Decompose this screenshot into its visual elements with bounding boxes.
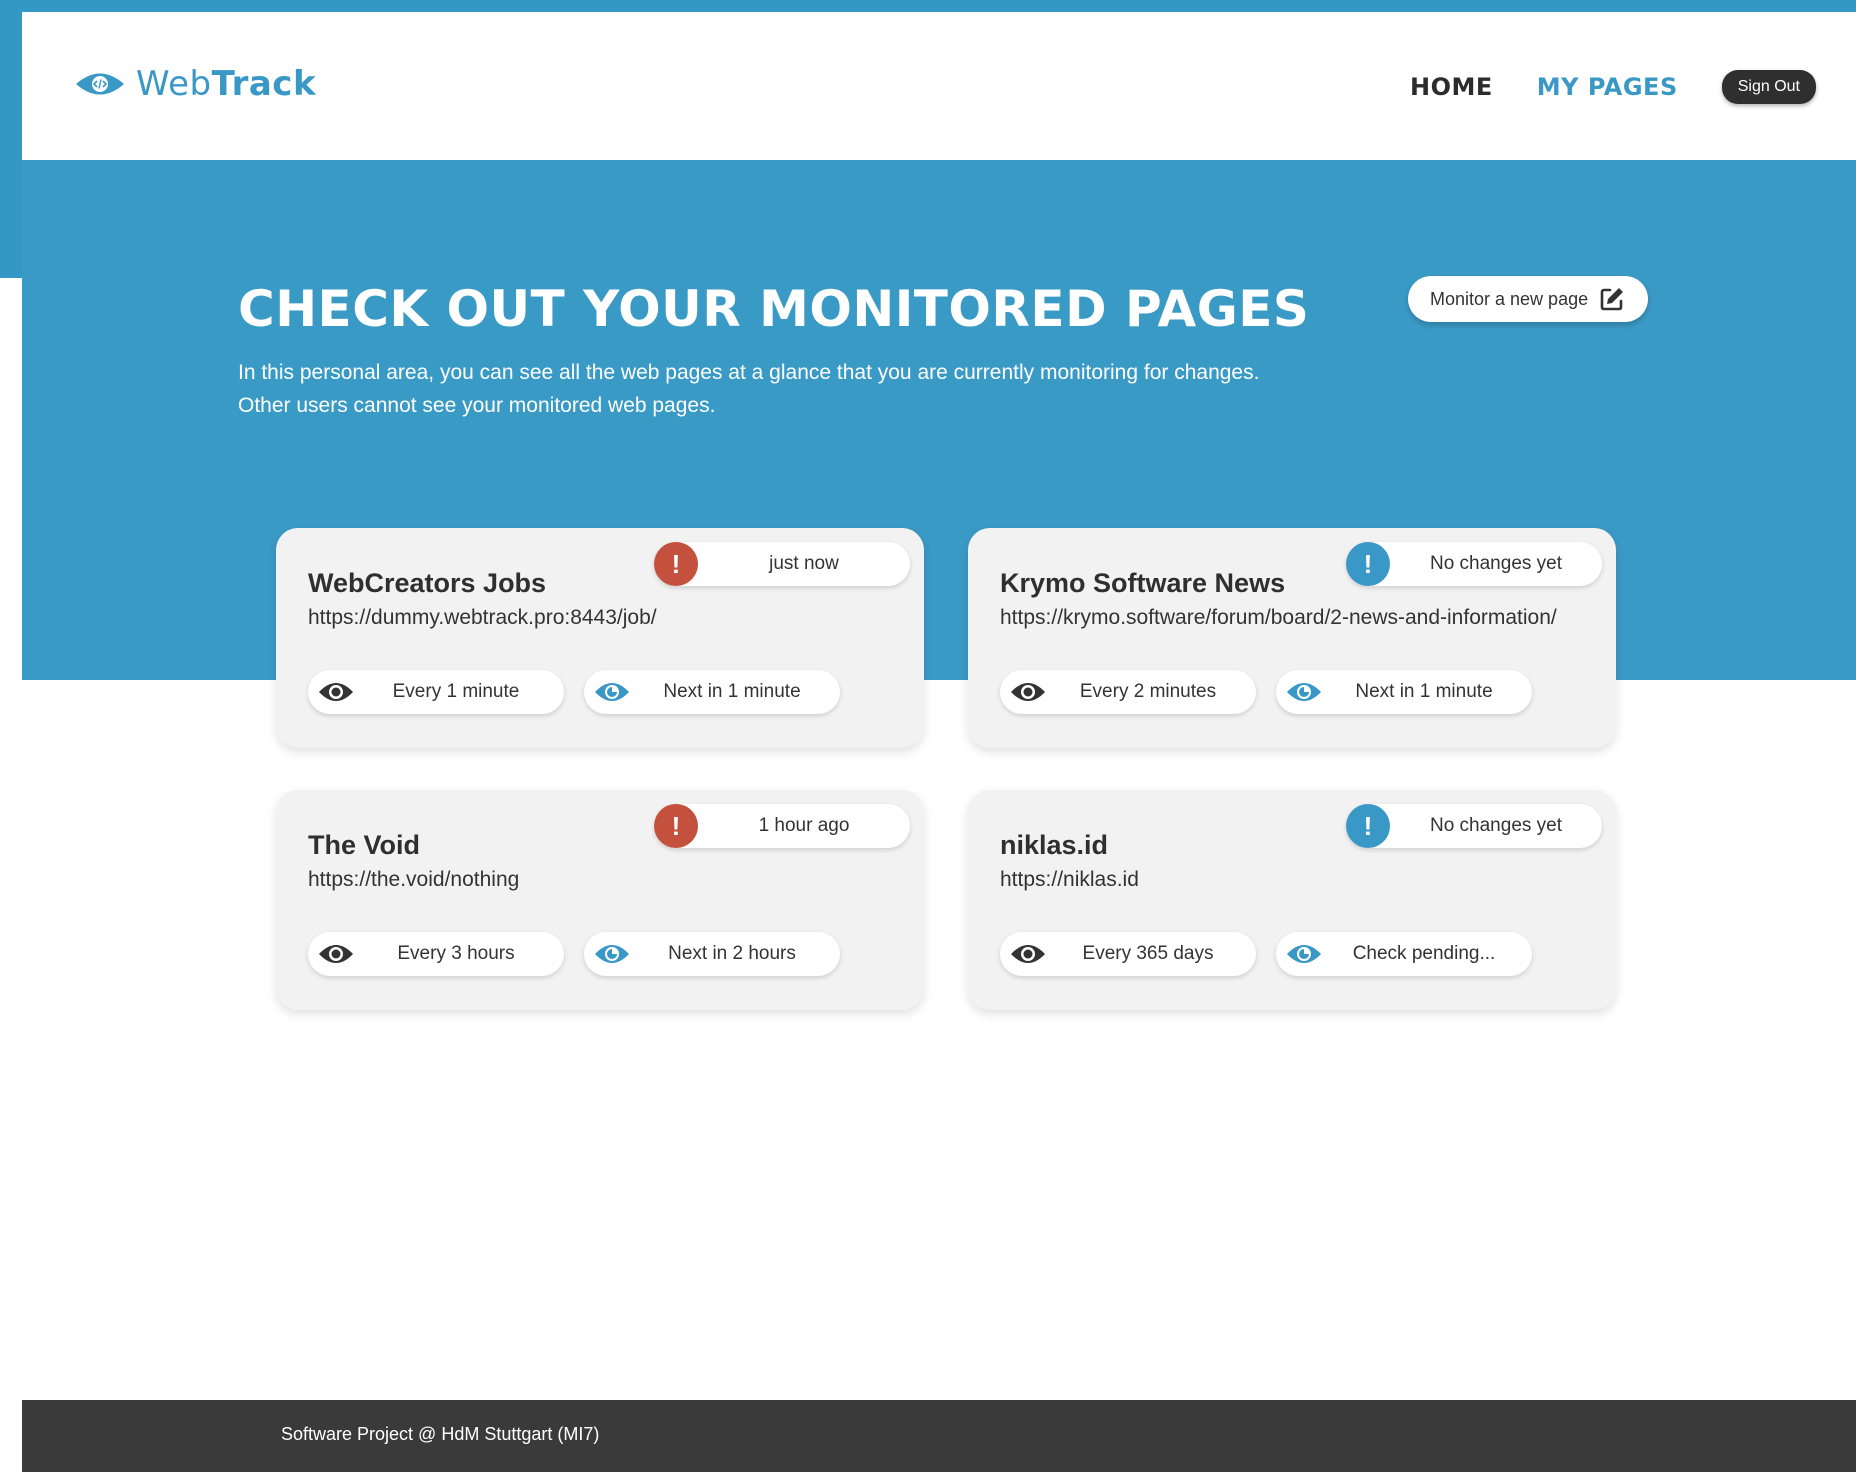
monitored-page-card[interactable]: ! No changes yet niklas.id https://nikla… bbox=[968, 790, 1616, 1010]
next-check-text: Next in 1 minute bbox=[663, 681, 801, 702]
last-change-text: just now bbox=[769, 553, 839, 574]
header: WebTrack HOME MY PAGES Sign Out bbox=[22, 12, 1856, 160]
logo-text-light: Web bbox=[136, 64, 212, 104]
footer-text: Software Project @ HdM Stuttgart (MI7) bbox=[281, 1424, 600, 1444]
alert-red-icon: ! bbox=[654, 804, 698, 848]
logo[interactable]: WebTrack bbox=[74, 64, 316, 104]
interval-pill: Every 3 hours bbox=[308, 932, 564, 976]
card-title: Krymo Software News bbox=[1000, 568, 1286, 598]
next-check-pill: Next in 1 minute bbox=[1276, 670, 1532, 714]
logo-text: WebTrack bbox=[136, 64, 316, 104]
monitored-page-card[interactable]: ! No changes yet Krymo Software News htt… bbox=[968, 528, 1616, 748]
page-description-line-2: Other users cannot see your monitored we… bbox=[238, 394, 716, 417]
nav-my-pages[interactable]: MY PAGES bbox=[1537, 73, 1678, 101]
page-description: In this personal area, you can see all t… bbox=[238, 356, 1338, 422]
interval-text: Every 365 days bbox=[1082, 943, 1214, 964]
card-url[interactable]: https://the.void/nothing bbox=[308, 868, 519, 892]
logo-text-bold: Track bbox=[211, 64, 317, 104]
eye-blue-icon bbox=[1287, 945, 1321, 963]
last-change-status: ! just now bbox=[654, 542, 910, 586]
alert-blue-icon: ! bbox=[1346, 804, 1390, 848]
monitor-new-page-label: Monitor a new page bbox=[1430, 288, 1589, 309]
card-url[interactable]: https://krymo.software/forum/board/2-new… bbox=[1000, 606, 1557, 630]
next-check-pill: Next in 1 minute bbox=[584, 670, 840, 714]
card-url[interactable]: https://dummy.webtrack.pro:8443/job/ bbox=[308, 606, 657, 630]
next-check-text: Next in 2 hours bbox=[668, 943, 796, 964]
monitored-page-card[interactable]: ! just now WebCreators Jobs https://dumm… bbox=[276, 528, 924, 748]
next-check-pill: Check pending... bbox=[1276, 932, 1532, 976]
page: WebTrack HOME MY PAGES Sign Out CHECK OU… bbox=[22, 12, 1856, 1472]
last-change-text: No changes yet bbox=[1429, 815, 1563, 836]
alert-blue-icon: ! bbox=[1346, 542, 1390, 586]
sign-out-button[interactable]: Sign Out bbox=[1721, 70, 1816, 104]
eye-blue-icon bbox=[595, 683, 629, 701]
eye-dark-icon bbox=[1011, 945, 1045, 963]
main-nav: HOME MY PAGES Sign Out bbox=[1410, 70, 1816, 104]
edit-icon bbox=[1600, 288, 1624, 311]
eye-blue-icon bbox=[1287, 683, 1321, 701]
eye-dark-icon bbox=[319, 683, 353, 701]
last-change-status: ! 1 hour ago bbox=[654, 804, 910, 848]
last-change-status: ! No changes yet bbox=[1346, 804, 1602, 848]
eye-dark-icon bbox=[1011, 683, 1045, 701]
last-change-text: No changes yet bbox=[1429, 553, 1563, 574]
monitor-new-page-button[interactable]: Monitor a new page bbox=[1408, 276, 1649, 322]
card-title: The Void bbox=[308, 830, 420, 860]
interval-pill: Every 365 days bbox=[1000, 932, 1256, 976]
interval-text: Every 1 minute bbox=[392, 681, 520, 702]
last-change-status: ! No changes yet bbox=[1346, 542, 1602, 586]
frame-left-border bbox=[0, 0, 22, 278]
page-description-line-1: In this personal area, you can see all t… bbox=[238, 361, 1260, 384]
eye-blue-icon bbox=[595, 945, 629, 963]
next-check-text: Check pending... bbox=[1352, 943, 1496, 964]
interval-text: Every 3 hours bbox=[397, 943, 515, 964]
eye-dark-icon bbox=[319, 945, 353, 963]
nav-home[interactable]: HOME bbox=[1410, 73, 1493, 101]
card-url[interactable]: https://niklas.id bbox=[1000, 868, 1139, 892]
alert-red-icon: ! bbox=[654, 542, 698, 586]
page-title: CHECK OUT YOUR MONITORED PAGES bbox=[238, 280, 1310, 338]
frame-top-border bbox=[0, 0, 1856, 12]
card-title: WebCreators Jobs bbox=[308, 568, 547, 598]
card-title: niklas.id bbox=[1000, 830, 1109, 860]
interval-text: Every 2 minutes bbox=[1079, 681, 1217, 702]
footer: Software Project @ HdM Stuttgart (MI7) bbox=[22, 1400, 1856, 1472]
eye-code-logo-icon bbox=[76, 73, 124, 95]
next-check-pill: Next in 2 hours bbox=[584, 932, 840, 976]
next-check-text: Next in 1 minute bbox=[1355, 681, 1493, 702]
monitored-page-card[interactable]: ! 1 hour ago The Void https://the.void/n… bbox=[276, 790, 924, 1010]
last-change-text: 1 hour ago bbox=[758, 815, 850, 836]
interval-pill: Every 2 minutes bbox=[1000, 670, 1256, 714]
interval-pill: Every 1 minute bbox=[308, 670, 564, 714]
